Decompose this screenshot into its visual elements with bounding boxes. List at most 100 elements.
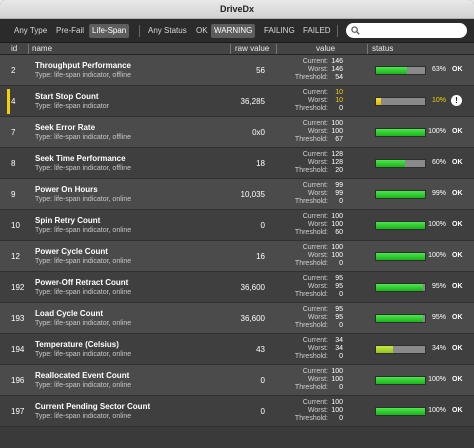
worst-value: 100 [331,407,343,414]
health-bar-fill [376,222,425,229]
raw-value: 18 [256,159,265,168]
health-percent: 34% [431,345,446,352]
status-ok: OK [452,221,463,228]
threshold-label: Threshold: [294,260,328,267]
status-ok: OK [452,159,463,166]
attribute-type: Type: life-span indicator, online [35,258,132,265]
current-label: Current: [302,368,328,375]
health-bar-fill [376,408,425,415]
attribute-type: Type: life-span indicator, online [35,289,132,296]
threshold-label: Threshold: [294,105,328,112]
threshold-label: Threshold: [294,136,328,143]
column-divider [230,44,231,54]
threshold-value: 54 [335,74,343,81]
column-name[interactable]: name [32,43,52,55]
current-label: Current: [302,275,328,282]
threshold-label: Threshold: [294,229,328,236]
column-id[interactable]: id [11,43,17,55]
attribute-id: 10 [11,221,20,230]
current-value: 95 [335,306,343,313]
raw-value: 36,600 [240,283,265,292]
column-divider [276,44,277,54]
raw-value: 0x0 [252,128,265,137]
worst-value: 100 [331,128,343,135]
current-label: Current: [302,399,328,406]
filter-failed[interactable]: FAILED [300,24,334,38]
current-value: 128 [331,151,343,158]
table-row[interactable]: 12 Power Cycle Count Type: life-span indic… [0,241,474,272]
health-percent: 10% [431,97,446,104]
toolbar-separator [139,25,140,37]
table-row[interactable]: 8 Seek Time Performance Type: life-span in… [0,148,474,179]
worst-value: 100 [331,252,343,259]
status-ok: OK [452,314,463,321]
health-bar [375,128,426,137]
attribute-id: 2 [11,66,16,75]
health-bar-fill [376,129,425,136]
threshold-value: 0 [339,322,343,329]
filter-warning[interactable]: WARNING [211,24,256,38]
attribute-id: 7 [11,128,16,137]
worst-label: Worst: [307,345,328,352]
worst-value: 99 [335,190,343,197]
table-row[interactable]: 192 Power-Off Retract Count Type: life-spa… [0,272,474,303]
current-value: 99 [335,182,343,189]
attribute-name: Spin Retry Count [35,216,101,225]
table-row[interactable]: 10 Spin Retry Count Type: life-span indica… [0,210,474,241]
column-value[interactable]: value [316,43,335,55]
threshold-value: 67 [335,136,343,143]
current-label: Current: [302,120,328,127]
status-ok: OK [452,345,463,352]
attribute-name: Load Cycle Count [35,309,104,318]
status-ok: OK [452,407,463,414]
attribute-id: 9 [11,190,16,199]
health-bar-fill [376,377,425,384]
column-status[interactable]: status [372,43,393,55]
filter-failing[interactable]: FAILING [261,24,298,38]
threshold-value: 60 [335,229,343,236]
status-ok: OK [452,128,463,135]
worst-label: Worst: [307,283,328,290]
worst-value: 128 [331,159,343,166]
column-raw-value[interactable]: raw value [235,43,269,55]
filter-ok[interactable]: OK [193,24,211,38]
worst-label: Worst: [307,97,328,104]
filter-pre-fail[interactable]: Pre-Fail [53,24,87,38]
health-bar [375,407,426,416]
current-label: Current: [302,89,328,96]
current-label: Current: [302,151,328,158]
status-ok: OK [452,252,463,259]
table-row[interactable]: 193 Load Cycle Count Type: life-span indic… [0,303,474,334]
health-bar [375,252,426,261]
table-row[interactable]: 194 Temperature (Celsius) Type: life-span … [0,334,474,365]
table-row[interactable]: 4 Start Stop Count Type: life-span indicat… [0,86,474,117]
filter-any-type[interactable]: Any Type [11,24,50,38]
health-percent: 95% [431,283,446,290]
table-row[interactable]: 9 Power On Hours Type: life-span indicator… [0,179,474,210]
current-label: Current: [302,213,328,220]
table-row[interactable]: 197 Current Pending Sector Count Type: lif… [0,396,474,427]
status-ok: OK [452,283,463,290]
table-row[interactable]: 2 Throughput Performance Type: life-span i… [0,55,474,86]
attribute-id: 194 [11,345,25,354]
health-percent: 63% [431,66,446,73]
attribute-name: Current Pending Sector Count [35,402,151,411]
attribute-type: Type: life-span indicator, online [35,413,132,420]
table-row[interactable]: 196 Reallocated Event Count Type: life-spa… [0,365,474,396]
filter-any-status[interactable]: Any Status [145,24,190,38]
health-bar [375,376,426,385]
window-title: DriveDx [0,0,474,19]
filter-life-span[interactable]: Life-Span [89,24,130,38]
attribute-name: Power-Off Retract Count [35,278,129,287]
health-bar-fill [376,315,423,322]
raw-value: 10,035 [240,190,265,199]
current-value: 100 [331,213,343,220]
worst-value: 100 [331,221,343,228]
threshold-value: 0 [339,198,343,205]
current-value: 100 [331,368,343,375]
current-label: Current: [302,182,328,189]
table-row[interactable]: 7 Seek Error Rate Type: life-span indicato… [0,117,474,148]
threshold-label: Threshold: [294,384,328,391]
search-field[interactable] [346,23,467,38]
threshold-label: Threshold: [294,322,328,329]
